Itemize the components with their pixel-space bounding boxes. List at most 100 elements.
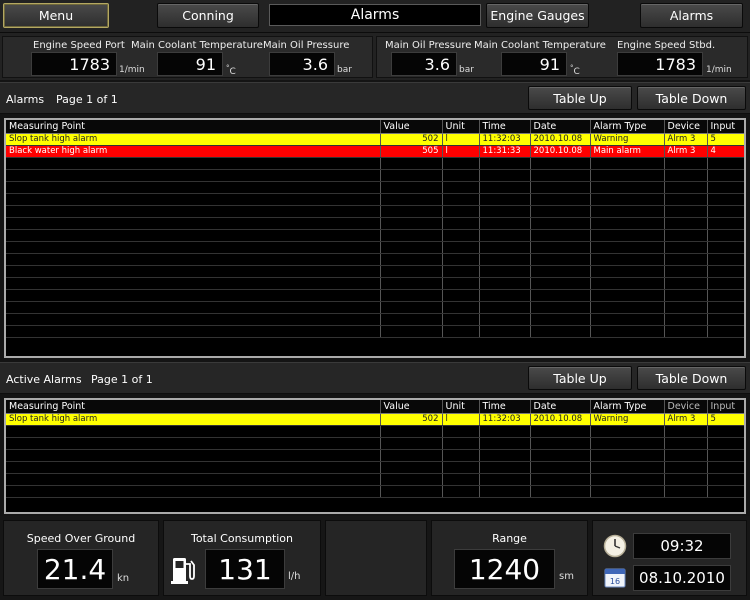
empty-cell	[6, 473, 381, 486]
empty-row	[6, 169, 744, 182]
empty-row	[6, 325, 744, 338]
empty-cell	[479, 169, 531, 182]
empty-cell	[380, 425, 443, 438]
empty-cell	[590, 205, 665, 218]
empty-cell	[6, 313, 381, 326]
engine-speed-stbd-label: Engine Speed Stbd.	[617, 40, 716, 51]
empty-cell	[479, 157, 531, 170]
cell-alarm-type: Warning	[590, 413, 665, 426]
col-unit[interactable]: Unit	[442, 400, 480, 414]
empty-cell	[664, 157, 708, 170]
col-measuring-point[interactable]: Measuring Point	[6, 120, 381, 134]
empty-cell	[479, 229, 531, 242]
empty-cell	[530, 217, 591, 230]
cell-measuring-point: Slop tank high alarm	[6, 133, 381, 146]
empty-cell	[6, 301, 381, 314]
clock-icon	[603, 534, 627, 558]
empty-cell	[707, 217, 744, 230]
empty-cell	[664, 289, 708, 302]
empty-row	[6, 277, 744, 290]
col-device[interactable]: Device	[664, 400, 708, 414]
empty-cell	[380, 157, 443, 170]
empty-row	[6, 241, 744, 254]
active-alarms-table-body: Slop tank high alarm 502 l 11:32:03 2010…	[6, 413, 744, 498]
empty-cell	[6, 265, 381, 278]
main-oil-pressure-stbd-label: Main Oil Pressure	[385, 40, 472, 51]
cell-time: 11:32:03	[479, 413, 531, 426]
alarms-table-up-button[interactable]: Table Up	[528, 86, 632, 110]
alarms-nav-button[interactable]: Alarms	[640, 3, 743, 28]
empty-cell	[590, 265, 665, 278]
empty-cell	[530, 157, 591, 170]
col-alarm-type[interactable]: Alarm Type	[590, 400, 665, 414]
empty-cell	[442, 289, 480, 302]
empty-cell	[442, 169, 480, 182]
empty-cell	[6, 253, 381, 266]
engine-speed-port-label: Engine Speed Port	[33, 40, 125, 51]
table-row[interactable]: Black water high alarm 505 l 11:31:33 20…	[6, 145, 744, 158]
empty-cell	[664, 425, 708, 438]
empty-cell	[590, 313, 665, 326]
empty-cell	[380, 241, 443, 254]
empty-cell	[707, 265, 744, 278]
active-alarms-table-header: Measuring Point Value Unit Time Date Ala…	[6, 400, 744, 414]
col-device[interactable]: Device	[664, 120, 708, 134]
empty-cell	[664, 449, 708, 462]
col-measuring-point[interactable]: Measuring Point	[6, 400, 381, 414]
cell-input: 5	[707, 413, 744, 426]
col-value[interactable]: Value	[380, 400, 443, 414]
cell-date: 2010.10.08	[530, 133, 591, 146]
col-input[interactable]: Input	[707, 400, 744, 414]
empty-row	[6, 473, 744, 486]
empty-cell	[707, 313, 744, 326]
empty-cell	[590, 425, 665, 438]
empty-cell	[590, 289, 665, 302]
empty-cell	[442, 313, 480, 326]
cell-value: 502	[380, 413, 443, 426]
cell-date: 2010.10.08	[530, 413, 591, 426]
empty-cell	[707, 169, 744, 182]
empty-cell	[530, 241, 591, 254]
cell-date: 2010.10.08	[530, 145, 591, 158]
col-value[interactable]: Value	[380, 120, 443, 134]
conning-button[interactable]: Conning	[157, 3, 259, 28]
empty-cell	[6, 169, 381, 182]
empty-cell	[664, 437, 708, 450]
speed-over-ground-value: 21.4	[37, 549, 113, 589]
menu-button[interactable]: Menu	[3, 3, 109, 28]
engine-gauges-button[interactable]: Engine Gauges	[486, 3, 589, 28]
empty-cell	[590, 229, 665, 242]
empty-cell	[530, 253, 591, 266]
col-time[interactable]: Time	[479, 120, 531, 134]
main-oil-pressure-stbd-unit: bar	[459, 65, 474, 75]
empty-cell	[590, 181, 665, 194]
col-unit[interactable]: Unit	[442, 120, 480, 134]
empty-cell	[442, 253, 480, 266]
col-input[interactable]: Input	[707, 120, 744, 134]
col-time[interactable]: Time	[479, 400, 531, 414]
empty-cell	[6, 181, 381, 194]
empty-panel	[325, 520, 427, 596]
cell-alarm-type: Warning	[590, 133, 665, 146]
table-row[interactable]: Slop tank high alarm 502 l 11:32:03 2010…	[6, 413, 744, 426]
empty-cell	[6, 437, 381, 450]
empty-row	[6, 217, 744, 230]
active-alarms-table-down-button[interactable]: Table Down	[637, 366, 746, 390]
empty-cell	[530, 449, 591, 462]
active-alarms-table-up-button[interactable]: Table Up	[528, 366, 632, 390]
col-date[interactable]: Date	[530, 400, 591, 414]
empty-cell	[442, 485, 480, 498]
col-alarm-type[interactable]: Alarm Type	[590, 120, 665, 134]
empty-cell	[442, 157, 480, 170]
cell-device: Alrm 3	[664, 145, 708, 158]
empty-cell	[707, 241, 744, 254]
empty-cell	[380, 181, 443, 194]
empty-cell	[442, 193, 480, 206]
empty-cell	[664, 313, 708, 326]
cell-unit: l	[442, 133, 480, 146]
alarms-table-down-button[interactable]: Table Down	[637, 86, 746, 110]
empty-cell	[530, 437, 591, 450]
table-row[interactable]: Slop tank high alarm 502 l 11:32:03 2010…	[6, 133, 744, 146]
empty-cell	[479, 241, 531, 254]
col-date[interactable]: Date	[530, 120, 591, 134]
